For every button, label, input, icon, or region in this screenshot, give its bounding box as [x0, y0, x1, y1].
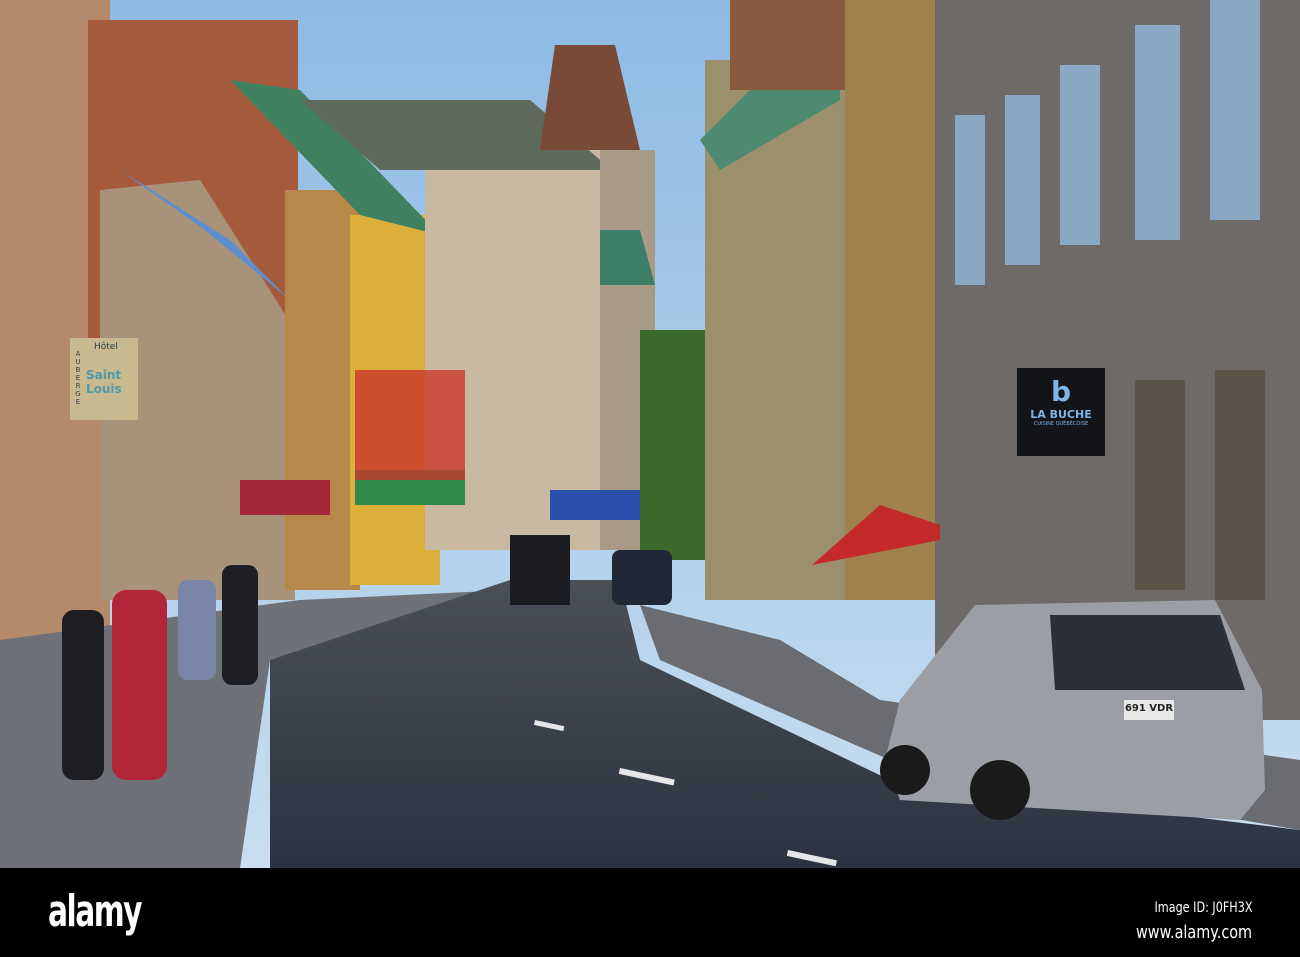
image-id: Image ID: J0FH3X [1154, 900, 1252, 916]
la-buche-name: LA BUCHE [1030, 408, 1092, 421]
window [1005, 95, 1040, 265]
la-buche-logo-icon: b [1050, 375, 1072, 408]
brick-tower-right [730, 0, 850, 90]
pedestrian [178, 580, 216, 680]
street-scene [0, 0, 1300, 868]
pedestrian [222, 565, 258, 685]
watermark-url: www.alamy.com [1135, 922, 1252, 943]
license-plate-text: 691 VDR [1124, 703, 1174, 714]
pedestrian [62, 610, 104, 780]
window [955, 115, 985, 285]
street-photo: b LA BUCHE CUISINE QUÉBÉCOISE Hôtel AUBE… [0, 0, 1300, 957]
alamy-logo: alamy [48, 886, 143, 937]
auberge-sign: Hôtel AUBERGE Saint Louis [70, 338, 138, 420]
la-buche-subtitle: CUISINE QUÉBÉCOISE [1033, 421, 1089, 427]
wheel [970, 760, 1030, 820]
window [1135, 380, 1185, 590]
blue-awnings [550, 490, 640, 520]
window [1215, 370, 1265, 600]
la-buche-sign-text: b LA BUCHE CUISINE QUÉBÉCOISE [1017, 375, 1105, 427]
window [1135, 25, 1180, 240]
flags [355, 370, 465, 480]
dark-car [612, 550, 672, 605]
window [1060, 65, 1100, 245]
watermark-bar: alamy Image ID: J0FH3X www.alamy.com [0, 868, 1300, 957]
auberge-sign-side: AUBERGE [74, 350, 82, 406]
carriage [510, 535, 570, 605]
rear-window [1050, 615, 1245, 690]
tan-brick-building [285, 190, 360, 590]
wheel [880, 745, 930, 795]
window [1210, 0, 1260, 220]
auberge-sign-top: Hôtel [94, 342, 118, 352]
pedestrian [112, 590, 167, 780]
auberge-sign-name: Saint Louis [86, 368, 122, 396]
red-awning [240, 480, 330, 515]
